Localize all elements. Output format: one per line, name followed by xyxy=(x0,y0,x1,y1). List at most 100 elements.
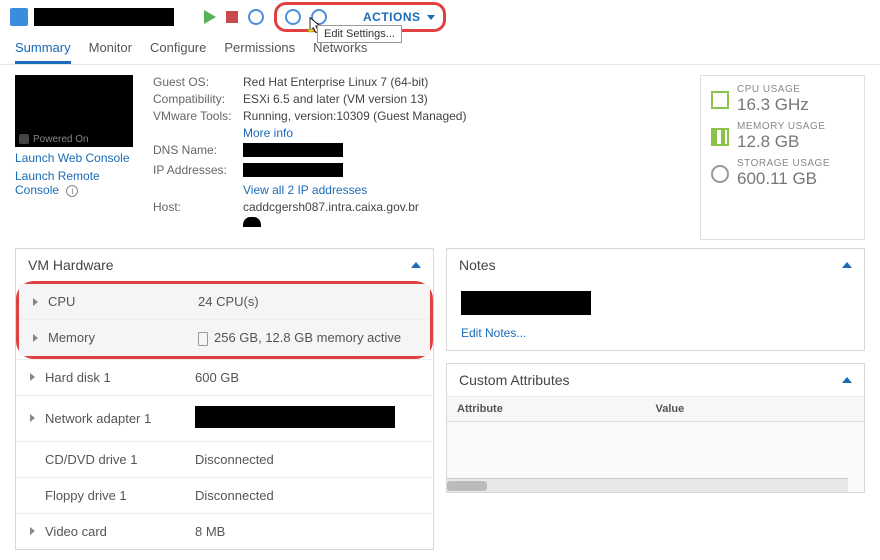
actions-label: ACTIONS xyxy=(363,10,421,24)
value-column-header[interactable]: Value xyxy=(656,403,855,415)
guest-os-value: Red Hat Enterprise Linux 7 (64-bit) xyxy=(243,75,466,89)
vm-icon xyxy=(10,8,28,26)
tab-permissions[interactable]: Permissions xyxy=(224,34,295,64)
launch-remote-console-link[interactable]: Launch Remote Console xyxy=(15,169,100,197)
attributes-table: Attribute Value xyxy=(447,396,864,492)
hw-row-network-adapter-1[interactable]: Network adapter 1 xyxy=(16,395,433,441)
compatibility-label: Compatibility: xyxy=(153,92,243,106)
vm-hardware-panel: VM Hardware CPU24 CPU(s)Memory256 GB, 12… xyxy=(15,248,434,550)
vm-hardware-header[interactable]: VM Hardware xyxy=(16,249,433,281)
chevron-down-icon xyxy=(427,15,435,20)
storage-usage-value: 600.11 GB xyxy=(737,169,830,189)
expand-caret-icon[interactable] xyxy=(30,527,35,535)
restart-icon[interactable] xyxy=(248,9,264,25)
hw-value: 600 GB xyxy=(195,370,419,385)
expand-caret-icon[interactable] xyxy=(33,298,38,306)
view-all-ips-link[interactable]: View all 2 IP addresses xyxy=(243,183,466,197)
collapse-icon xyxy=(842,377,852,383)
hw-value: 256 GB, 12.8 GB memory active xyxy=(198,330,416,346)
ip-addresses-redacted xyxy=(243,163,343,177)
vm-name-redacted xyxy=(34,8,174,26)
hw-value: Disconnected xyxy=(195,452,419,467)
tab-monitor[interactable]: Monitor xyxy=(89,34,132,64)
scrollbar-thumb[interactable] xyxy=(447,481,487,491)
hw-row-memory[interactable]: Memory256 GB, 12.8 GB memory active xyxy=(19,319,430,356)
memory-icon xyxy=(711,128,729,146)
hw-row-video-card[interactable]: Video card8 MB xyxy=(16,513,433,549)
edit-settings-icon[interactable] xyxy=(285,9,301,25)
toolbar-actions: ACTIONS Edit Settings... xyxy=(204,2,446,32)
memory-usage-value: 12.8 GB xyxy=(737,132,825,152)
attributes-body[interactable] xyxy=(447,422,864,492)
custom-attributes-header[interactable]: Custom Attributes xyxy=(447,364,864,396)
hw-value-redacted xyxy=(195,406,395,428)
collapse-icon xyxy=(842,262,852,268)
edit-notes-link[interactable]: Edit Notes... xyxy=(461,326,850,340)
cpu-icon xyxy=(711,91,729,109)
vm-hardware-title: VM Hardware xyxy=(28,257,114,273)
power-on-icon[interactable] xyxy=(204,10,216,24)
storage-icon xyxy=(711,165,729,183)
hw-value xyxy=(195,406,419,431)
summary-strip: Powered On Launch Web Console Launch Rem… xyxy=(0,65,880,248)
ip-addresses-label: IP Addresses: xyxy=(153,163,243,180)
storage-usage-row: STORAGE USAGE 600.11 GB xyxy=(711,158,854,189)
notes-panel: Notes Edit Notes... xyxy=(446,248,865,351)
guest-os-label: Guest OS: xyxy=(153,75,243,89)
vmware-tools-label: VMware Tools: xyxy=(153,109,243,123)
hw-value: Disconnected xyxy=(195,488,419,503)
notes-redacted xyxy=(461,291,591,315)
vm-hardware-rows: CPU24 CPU(s)Memory256 GB, 12.8 GB memory… xyxy=(16,281,433,549)
info-icon[interactable]: i xyxy=(66,185,78,197)
linux-icon xyxy=(243,217,261,237)
actions-highlight: ACTIONS Edit Settings... xyxy=(274,2,446,32)
hw-row-hard-disk-1[interactable]: Hard disk 1600 GB xyxy=(16,359,433,395)
power-off-icon[interactable] xyxy=(226,11,238,23)
host-label: Host: xyxy=(153,200,243,214)
hw-row-cpu[interactable]: CPU24 CPU(s) xyxy=(19,284,430,319)
collapse-icon xyxy=(411,262,421,268)
cpu-usage-value: 16.3 GHz xyxy=(737,95,809,115)
hw-value: 24 CPU(s) xyxy=(198,294,416,309)
hw-label: Network adapter 1 xyxy=(45,411,195,426)
console-thumbnail[interactable]: Powered On xyxy=(15,75,133,147)
memory-usage-label: MEMORY USAGE xyxy=(737,121,825,132)
expand-caret-icon[interactable] xyxy=(30,373,35,381)
hw-label: CPU xyxy=(48,294,198,309)
actions-menu[interactable]: ACTIONS xyxy=(363,10,435,24)
tab-bar: Summary Monitor Configure Permissions Ne… xyxy=(0,30,880,65)
cpu-usage-row: CPU USAGE 16.3 GHz xyxy=(711,84,854,115)
expand-caret-icon[interactable] xyxy=(33,334,38,342)
custom-attributes-panel: Custom Attributes Attribute Value xyxy=(446,363,865,493)
expand-caret-icon[interactable] xyxy=(30,414,35,422)
dns-name-label: DNS Name: xyxy=(153,143,243,160)
snapshot-icon[interactable] xyxy=(311,9,327,25)
compatibility-value: ESXi 6.5 and later (VM version 13) xyxy=(243,92,466,106)
panels-row: VM Hardware CPU24 CPU(s)Memory256 GB, 12… xyxy=(0,248,880,560)
hw-row-floppy-drive-1: Floppy drive 1Disconnected xyxy=(16,477,433,513)
tab-summary[interactable]: Summary xyxy=(15,34,71,64)
hw-label: Memory xyxy=(48,330,198,345)
cpu-usage-label: CPU USAGE xyxy=(737,84,809,95)
launch-web-console-link[interactable]: Launch Web Console xyxy=(15,151,133,165)
notes-title: Notes xyxy=(459,257,496,273)
host-value: caddcgersh087.intra.caixa.gov.br xyxy=(243,200,466,214)
horizontal-scrollbar[interactable] xyxy=(447,478,848,492)
tab-configure[interactable]: Configure xyxy=(150,34,206,64)
notes-header[interactable]: Notes xyxy=(447,249,864,281)
vm-info-grid: Guest OS: Red Hat Enterprise Linux 7 (64… xyxy=(153,75,466,240)
console-column: Powered On Launch Web Console Launch Rem… xyxy=(15,75,133,240)
hw-label: Floppy drive 1 xyxy=(45,488,195,503)
power-state: Powered On xyxy=(19,134,89,145)
memory-stick-icon xyxy=(198,332,208,346)
usage-panel: CPU USAGE 16.3 GHz MEMORY USAGE 12.8 GB … xyxy=(700,75,865,240)
hw-value: 8 MB xyxy=(195,524,419,539)
custom-attributes-title: Custom Attributes xyxy=(459,372,570,388)
dns-name-redacted xyxy=(243,143,343,157)
memory-usage-row: MEMORY USAGE 12.8 GB xyxy=(711,121,854,152)
more-info-link[interactable]: More info xyxy=(243,126,466,140)
hw-label: Hard disk 1 xyxy=(45,370,195,385)
hw-label: Video card xyxy=(45,524,195,539)
hw-row-cd-dvd-drive-1: CD/DVD drive 1Disconnected xyxy=(16,441,433,477)
attribute-column-header[interactable]: Attribute xyxy=(457,403,656,415)
